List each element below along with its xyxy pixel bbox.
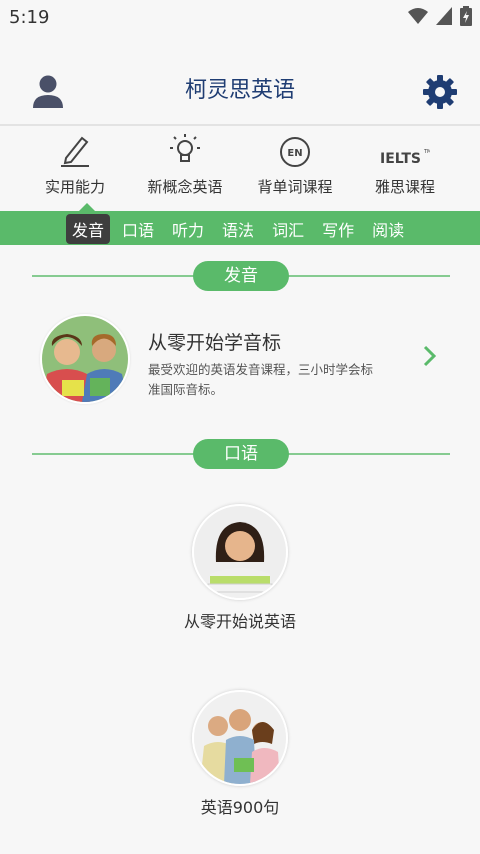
category-label: 背单词课程 [257,178,333,196]
category-label: 雅思课程 [374,178,435,196]
tab-vocabulary[interactable]: 词汇 [266,214,310,244]
course-thumbnail [40,314,130,404]
lightbulb-icon [170,134,200,162]
cellular-signal-icon [436,7,452,25]
status-icons [408,6,472,26]
course-thumbnail [192,504,288,600]
settings-gear-icon[interactable] [422,74,458,110]
ielts-logo-mark: TM [423,149,430,155]
category-new-concept[interactable]: 新概念英语 [135,128,235,210]
chevron-right-icon[interactable] [422,344,438,368]
app-header: 柯灵思英语 [0,34,480,126]
course-phonetics[interactable]: 从零开始学音标 最受欢迎的英语发音课程，三小时学会标准国际音标。 [40,314,450,404]
category-ielts[interactable]: IELTS TM 雅思课程 [355,128,455,210]
tab-speaking[interactable]: 口语 [116,214,160,244]
category-practical-skills[interactable]: 实用能力 [25,128,125,210]
course-title: 英语900句 [200,798,280,817]
course-speak-from-zero[interactable]: 从零开始说英语 [0,504,480,632]
tab-pronunciation[interactable]: 发音 [66,214,111,244]
section-header-pronunciation: 发音 [32,261,450,291]
course-description: 最受欢迎的英语发音课程，三小时学会标准国际音标。 [148,362,374,397]
tab-listening[interactable]: 听力 [166,214,210,244]
course-title: 从零开始说英语 [183,612,296,631]
tab-bar: 发音 口语 听力 语法 词汇 写作 阅读 [0,203,480,245]
tab-grammar[interactable]: 语法 [216,214,260,244]
en-badge-icon: EN [280,137,310,167]
tab-pointer [79,203,95,211]
category-label: 新概念英语 [147,178,223,196]
category-label: 实用能力 [44,178,105,196]
page-title: 柯灵思英语 [184,78,295,103]
tab-reading[interactable]: 阅读 [366,214,410,244]
category-vocabulary[interactable]: EN 背单词课程 [245,128,345,210]
course-english-900[interactable]: 英语900句 [0,690,480,818]
ielts-logo-text: IELTS [380,151,421,167]
course-title: 从零开始学音标 [148,332,282,354]
ielts-logo-icon: IELTS TM [380,149,430,167]
battery-icon [460,6,472,26]
status-time: 5:19 [9,7,50,28]
section-title: 发音 [193,261,289,291]
en-badge-text: EN [287,148,302,159]
wifi-icon [408,8,428,24]
tab-writing[interactable]: 写作 [316,214,360,244]
section-title: 口语 [193,439,289,469]
category-row: 实用能力 新概念英语 EN 背单词课程 IELTS TM 雅思课程 [0,128,480,210]
status-bar: 5:19 [0,0,480,34]
pencil-icon [61,136,89,167]
course-thumbnail [192,690,288,786]
section-header-speaking: 口语 [32,439,450,469]
